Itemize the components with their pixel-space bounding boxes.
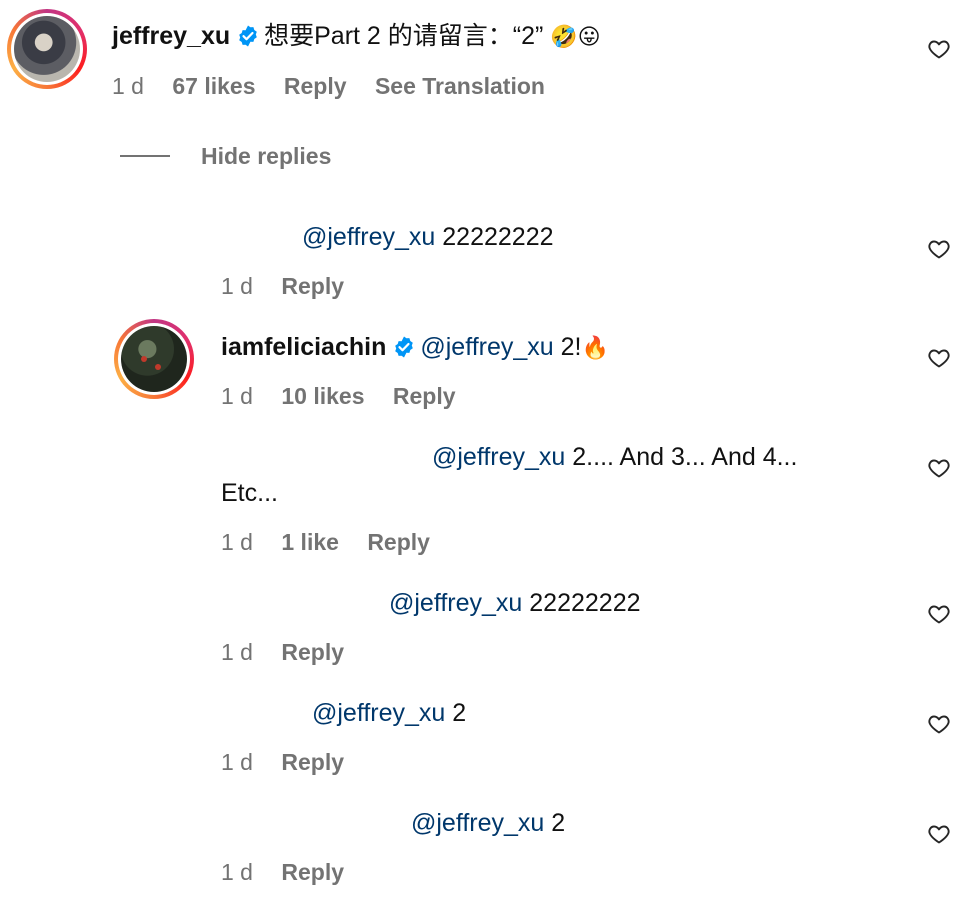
reply-text: 2: [452, 699, 467, 727]
hide-replies-line: [120, 155, 170, 157]
reply-mention[interactable]: @jeffrey_xu: [432, 443, 565, 471]
reply-meta: 1 d Reply: [221, 271, 366, 301]
reply-time: 1 d: [221, 529, 253, 555]
reply-button[interactable]: Reply: [367, 529, 430, 555]
reply-body: @jeffrey_xu 2: [411, 807, 565, 839]
reply-meta: 1 d 10 likes Reply: [221, 381, 478, 411]
comment-emojis: 🤣😛: [550, 25, 601, 50]
reply-button[interactable]: Reply: [393, 383, 456, 409]
comment-username[interactable]: jeffrey_xu: [112, 22, 230, 50]
top-comment-body: jeffrey_xu 想要Part 2 的请留言：“2” 🤣😛: [112, 20, 601, 54]
reply-time: 1 d: [221, 383, 253, 409]
reply-button[interactable]: Reply: [281, 749, 344, 775]
reply-likes[interactable]: 10 likes: [281, 383, 364, 409]
reply-text: 2.... And 3... And 4...: [572, 443, 798, 471]
avatar-iamfeliciachin[interactable]: [114, 319, 194, 399]
heart-outline-icon[interactable]: [927, 602, 951, 626]
reply-likes[interactable]: 1 like: [281, 529, 339, 555]
reply-mention[interactable]: @jeffrey_xu: [302, 223, 435, 251]
reply-time: 1 d: [221, 859, 253, 885]
reply-emoji: 🔥: [581, 336, 609, 361]
avatar-jeffrey-xu[interactable]: [7, 9, 87, 89]
reply-text: 2!: [560, 333, 582, 361]
reply-time: 1 d: [221, 639, 253, 665]
reply-body: @jeffrey_xu 22222222: [389, 587, 641, 619]
reply-mention[interactable]: @jeffrey_xu: [312, 699, 445, 727]
reply-body: @jeffrey_xu 22222222: [302, 221, 554, 253]
heart-outline-icon[interactable]: [927, 822, 951, 846]
top-comment-meta: 1 d 67 likes Reply See Translation: [112, 71, 567, 101]
reply-mention[interactable]: @jeffrey_xu: [389, 589, 522, 617]
verified-badge-icon: [239, 25, 257, 47]
reply-button[interactable]: Reply: [281, 639, 344, 665]
heart-outline-icon[interactable]: [927, 37, 951, 61]
reply-text: 22222222: [529, 589, 641, 617]
reply-username[interactable]: iamfeliciachin: [221, 333, 386, 361]
verified-badge-icon: [395, 336, 414, 358]
comment-text: 想要Part 2 的请留言：“2”: [264, 22, 544, 50]
hide-replies-button[interactable]: Hide replies: [201, 141, 331, 171]
avatar-photo: [121, 326, 187, 392]
reply-button[interactable]: Reply: [284, 73, 347, 99]
reply-mention[interactable]: @jeffrey_xu: [420, 333, 553, 361]
reply-meta: 1 d Reply: [221, 857, 366, 887]
reply-time: 1 d: [221, 273, 253, 299]
heart-outline-icon[interactable]: [927, 712, 951, 736]
reply-meta: 1 d Reply: [221, 747, 366, 777]
reply-button[interactable]: Reply: [281, 859, 344, 885]
reply-body: @jeffrey_xu 2: [312, 697, 466, 729]
heart-outline-icon[interactable]: [927, 456, 951, 480]
reply-button[interactable]: Reply: [281, 273, 344, 299]
heart-outline-icon[interactable]: [927, 346, 951, 370]
reply-body: @jeffrey_xu 2.... And 3... And 4...: [432, 441, 797, 473]
avatar-photo: [14, 16, 80, 82]
reply-body-line2: Etc...: [221, 479, 278, 507]
reply-body: iamfeliciachin @jeffrey_xu 2!🔥: [221, 331, 609, 365]
heart-outline-icon[interactable]: [927, 237, 951, 261]
see-translation-button[interactable]: See Translation: [375, 73, 545, 99]
reply-text: 22222222: [442, 223, 554, 251]
comment-time: 1 d: [112, 73, 144, 99]
comment-likes[interactable]: 67 likes: [172, 73, 255, 99]
reply-text: 2: [551, 809, 566, 837]
reply-meta: 1 d Reply: [221, 637, 366, 667]
reply-mention[interactable]: @jeffrey_xu: [411, 809, 544, 837]
reply-meta: 1 d 1 like Reply: [221, 527, 452, 557]
reply-time: 1 d: [221, 749, 253, 775]
